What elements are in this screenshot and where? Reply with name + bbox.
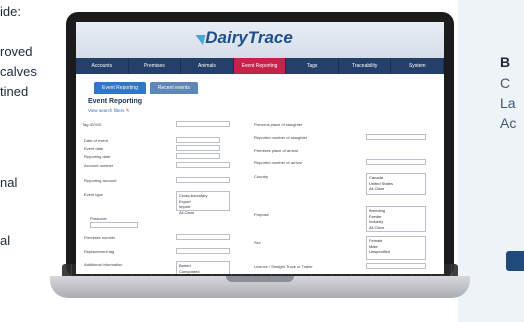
nav-animals[interactable]: Animals (181, 58, 234, 74)
label-reporting-account: Reporting account (84, 178, 117, 183)
main-nav: Accounts Premises Animals Event Reportin… (76, 58, 444, 74)
label-licence-truck: Licence / Straight Truck or Trailer (254, 264, 313, 269)
label-country: Country (254, 174, 269, 179)
label-reported-number-of-arrival: Reported number of arrival (254, 160, 302, 165)
label-premises-place-of-arrival: Premises place of arrival (254, 148, 298, 153)
left-text-6: al (0, 233, 11, 248)
reporting-account-input[interactable] (176, 177, 230, 183)
label-replacement-tag: Replacement tag (84, 249, 115, 254)
label-premises-number: Premises number (84, 235, 116, 240)
app-header: ◥ DairyTrace (76, 22, 444, 58)
logo-text: DairyTrace (205, 28, 293, 47)
logo-mark-icon: ◥ (194, 32, 204, 46)
tab-event-reporting[interactable]: Event Reporting (94, 82, 146, 94)
event-date-input[interactable] (176, 145, 220, 151)
label-event-type: Event type (84, 192, 103, 197)
left-text-4: tined (0, 84, 29, 99)
right-cta-button[interactable] (506, 251, 524, 271)
page-title: Event Reporting (88, 98, 143, 105)
label-account-number: Account number (84, 163, 114, 168)
label-reporting-date: Reporting date (84, 154, 111, 159)
reported-number-of-slaughter-input[interactable] (366, 134, 426, 140)
right-panel (458, 0, 524, 322)
tab-bar: Event Reporting Recent events (76, 74, 444, 94)
left-text-2: roved (0, 44, 33, 59)
reporting-date-input[interactable] (176, 153, 220, 159)
right-heading: B (500, 54, 511, 70)
pin-icon: ✎ (125, 108, 130, 113)
nav-system[interactable]: System (391, 58, 444, 74)
event-type-select[interactable]: Cross-boundary Export Import All Clear (176, 191, 230, 215)
left-text-1: ide: (0, 4, 21, 19)
replacement-tag-input[interactable] (176, 248, 230, 254)
sex-select[interactable]: Female Male Unspecified (366, 236, 426, 260)
nav-traceability[interactable]: Traceability (339, 58, 392, 74)
label-additional-information: Additional information (84, 262, 123, 267)
purpose-select[interactable]: Breeding Feeder Industry All Clear (366, 206, 426, 232)
laptop-base (50, 276, 470, 298)
postcode-input[interactable] (90, 222, 138, 228)
reported-number-of-arrival-input[interactable] (366, 159, 426, 165)
label-purpose: Purpose (254, 212, 269, 217)
nav-accounts[interactable]: Accounts (76, 58, 129, 74)
country-select[interactable]: Canada United States All Clear (366, 173, 426, 195)
tab-recent-events[interactable]: Recent events (149, 82, 198, 94)
label-sex: Sex (254, 240, 261, 245)
nav-event-reporting[interactable]: Event Reporting (233, 58, 287, 74)
premises-number-input[interactable] (176, 234, 230, 240)
label-previous-place-of-slaughter: Previous place of slaughter (254, 122, 303, 127)
additional-information-select[interactable]: Buried Composted (176, 261, 230, 274)
laptop-screen: ◥ DairyTrace Accounts Premises Animals Ev… (76, 22, 444, 274)
account-number-input[interactable] (176, 162, 230, 168)
dairytrace-logo: ◥ DairyTrace (194, 28, 293, 48)
date-of-event-input[interactable] (176, 137, 220, 143)
licence-truck-input[interactable] (366, 263, 426, 269)
view-search-filters-link[interactable]: View search filters ✎ (88, 108, 129, 114)
label-event-date: Event date (84, 146, 104, 151)
right-text-1: C (500, 75, 511, 91)
left-text-3: calves (0, 64, 37, 79)
right-text-2: La (500, 95, 516, 111)
marketing-banner: ide: roved calves tined nal al B C La Ac… (0, 0, 524, 322)
nav-tags[interactable]: Tags (286, 58, 339, 74)
right-text-3: Ac (500, 115, 517, 131)
label-reported-number-of-slaughter: Reported number of slaughter (254, 135, 308, 140)
left-text-5: nal (0, 175, 18, 190)
event-form: Event Reporting View search filters ✎ Ta… (76, 94, 444, 274)
tag-id-input[interactable] (176, 121, 230, 127)
label-postcode: Postcode (90, 216, 107, 221)
nav-premises[interactable]: Premises (129, 58, 182, 74)
label-date-of-event: Date of event (84, 138, 108, 143)
label-tag-id: Tag ID/VID (82, 122, 102, 127)
